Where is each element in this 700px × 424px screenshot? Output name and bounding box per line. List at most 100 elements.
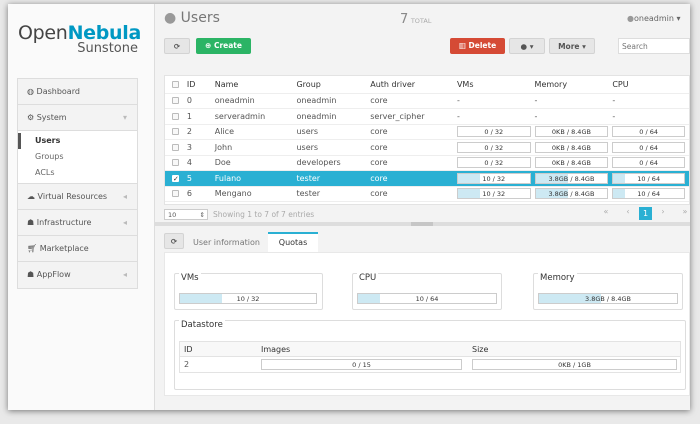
next-page-button[interactable]: › [652, 207, 674, 220]
group-cell: users [296, 127, 319, 137]
vms-bar: 10 / 32 [456, 188, 531, 200]
table-row[interactable]: 1 serveradmin oneadmin server_cipher - - - [165, 109, 689, 124]
mem-value: 0KB / 8.4GB [551, 143, 591, 152]
vms-quota-value: 10 / 32 [236, 295, 260, 303]
table-row[interactable]: 0 oneadmin oneadmin core - - - [165, 93, 689, 109]
vms-value: 0 / 32 [484, 143, 504, 152]
sidebar-item-acls[interactable]: ACLs [18, 165, 137, 181]
mem-bar: 0KB / 8.4GB [534, 126, 609, 138]
vms-quota-label: VMs [179, 273, 201, 283]
sidebar-item-dashboard[interactable]: ◍ Dashboard [18, 79, 137, 105]
mem-value: 0KB / 8.4GB [551, 159, 591, 168]
table-row[interactable]: 4 Doe developers core 0 / 32 0KB / 8.4GB 0 … [165, 155, 689, 171]
sidebar-item-label: System [36, 113, 67, 122]
column-header-id[interactable]: ID [187, 76, 215, 93]
row-checkbox[interactable] [172, 128, 179, 136]
row-checkbox[interactable] [172, 143, 179, 151]
cpu-value: 10 / 64 [637, 174, 661, 183]
first-page-button[interactable]: « [595, 207, 617, 220]
vms-value: 0 / 32 [484, 128, 504, 137]
logo-open: Open [18, 22, 68, 44]
datastore-col-images: Images [261, 345, 291, 354]
cpu-quota-bar: 10 / 64 [357, 293, 497, 304]
sidebar-item-system[interactable]: ⚙ System ▾ [18, 105, 137, 131]
sidebar-item-label: Marketplace [39, 244, 89, 253]
sidebar-item-label: Virtual Resources [37, 192, 108, 201]
cogs-icon: ⚙ [27, 113, 37, 122]
page-size-select[interactable]: 10 ⇕ [164, 209, 208, 220]
cpu-value: 0 / 64 [639, 128, 659, 137]
mem-value: 3.8GB / 8.4GB [548, 190, 595, 199]
vms-quota-bar: 10 / 32 [179, 293, 317, 304]
row-checkbox[interactable] [172, 159, 179, 167]
table-row[interactable]: ✓ 5 Fulano tester core 10 / 32 3.8GB / 8.4… [165, 170, 689, 186]
quotas-panel: VMs 10 / 32 CPU 10 / 64 Memory 3.8GB / 8.4G… [164, 252, 690, 396]
memory-quota-label: Memory [538, 273, 577, 283]
group-cell: oneadmin [296, 111, 337, 121]
tab-quotas[interactable]: Quotas [268, 232, 318, 252]
sidebar-item-users[interactable]: Users [18, 133, 137, 149]
sidebar-item-label: AppFlow [36, 270, 71, 279]
column-header-cpu[interactable]: CPU [612, 76, 689, 93]
sidebar-item-label: Dashboard [36, 87, 80, 96]
datastore-table: ID Images Size 2 0 / 15 0KB / 1GB [179, 341, 681, 373]
sidebar-item-marketplace[interactable]: 🛒︎ Marketplace [18, 236, 137, 262]
user-icon: ● [627, 14, 634, 23]
refresh-button[interactable]: ⟳ [164, 38, 190, 54]
total-label: TOTAL [410, 17, 432, 25]
group-cell: oneadmin [296, 96, 337, 106]
vms-bar: 0 / 32 [456, 157, 531, 169]
sitemap-icon: ☗ [27, 270, 37, 279]
vms-bar: 10 / 32 [456, 172, 531, 184]
delete-button[interactable]: ▥ Delete [450, 38, 505, 54]
column-header-memory[interactable]: Memory [535, 76, 613, 93]
create-button[interactable]: ⊕ Create [196, 38, 251, 54]
detail-refresh-button[interactable]: ⟳ [164, 233, 184, 249]
images-quota-bar: 0 / 15 [261, 359, 462, 370]
table-row[interactable]: 6 Mengano tester core 10 / 32 3.8GB / 8.4G… [165, 186, 689, 202]
search-input[interactable] [618, 38, 690, 54]
vms-value: 10 / 32 [482, 174, 506, 183]
row-checkbox[interactable] [172, 112, 179, 120]
sidebar-item-virtual-resources[interactable]: ☁ Virtual Resources ◂ [18, 184, 137, 210]
column-header-name[interactable]: Name [215, 76, 297, 93]
user-menu[interactable]: ●oneadmin ▾ [627, 14, 681, 23]
datastore-col-size: Size [472, 345, 489, 354]
datastore-row: 2 0 / 15 0KB / 1GB [180, 357, 680, 372]
tab-user-information[interactable]: User information [193, 238, 260, 247]
sidebar-item-groups[interactable]: Groups [18, 149, 137, 165]
row-checkbox[interactable]: ✓ [172, 174, 179, 182]
main-content: ● Users 7 TOTAL ●oneadmin ▾ ⟳ ⊕ Create ▥… [155, 4, 690, 410]
row-checkbox[interactable] [172, 190, 179, 198]
username: oneadmin [633, 14, 674, 23]
splitter-handle[interactable] [411, 222, 433, 226]
cpu-cell: - [612, 111, 616, 121]
cpu-bar: 10 / 64 [612, 172, 685, 184]
name-cell: Alice [214, 127, 234, 137]
cpu-quota: CPU 10 / 64 [352, 273, 502, 310]
size-quota-bar: 0KB / 1GB [472, 359, 677, 370]
row-checkbox[interactable] [172, 97, 179, 105]
sidebar: OpenNebula Sunstone ◍ Dashboard ⚙ System… [8, 4, 155, 410]
last-page-button[interactable]: » [674, 207, 696, 220]
column-header-vms[interactable]: VMs [457, 76, 535, 93]
memory-quota: Memory 3.8GB / 8.4GB [533, 273, 683, 310]
change-owner-button[interactable]: ● ▾ [509, 38, 545, 54]
vms-bar: 0 / 32 [456, 126, 531, 138]
sidebar-item-infrastructure[interactable]: ☗ Infrastructure ◂ [18, 210, 137, 236]
window: OpenNebula Sunstone ◍ Dashboard ⚙ System… [8, 4, 690, 410]
column-header-group[interactable]: Group [296, 76, 370, 93]
vms-value: 10 / 32 [482, 190, 506, 199]
prev-page-button[interactable]: ‹ [617, 207, 639, 220]
users-table: ID Name Group Auth driver VMs Memory CPU… [165, 76, 689, 202]
more-button[interactable]: More ▾ [549, 38, 595, 54]
panel-splitter[interactable] [155, 222, 690, 226]
user-icon: ● [520, 42, 528, 51]
table-row[interactable]: 3 John users core 0 / 32 0KB / 8.4GB 0 / 64 [165, 140, 689, 155]
sidebar-item-appflow[interactable]: ☗ AppFlow ◂ [18, 262, 137, 288]
select-all-checkbox[interactable] [172, 80, 179, 88]
cpu-value: 0 / 64 [639, 143, 659, 152]
column-header-auth-driver[interactable]: Auth driver [370, 76, 457, 93]
page-1-button[interactable]: 1 [639, 207, 652, 220]
table-row[interactable]: 2 Alice users core 0 / 32 0KB / 8.4GB 0 / 6… [165, 124, 689, 140]
